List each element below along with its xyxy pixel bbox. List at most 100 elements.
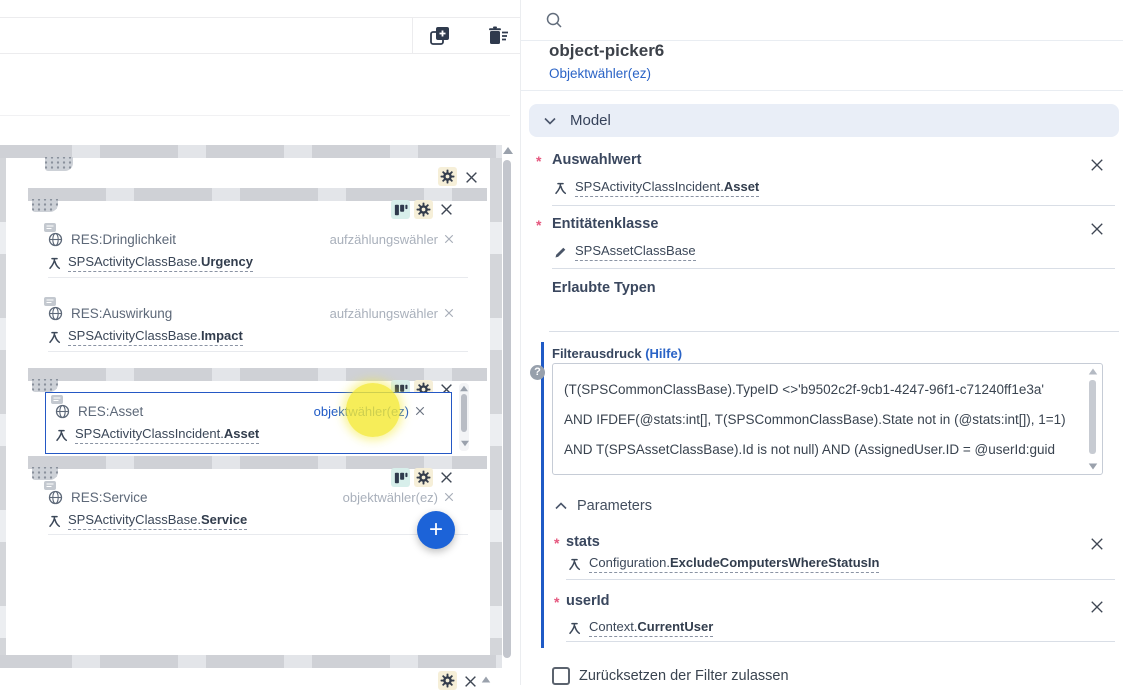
element-label: RES:Auswirkung [71, 306, 172, 321]
scroll-thumb[interactable] [1089, 380, 1096, 454]
element-binding-row: SPSActivityClassBase.Service [48, 512, 247, 530]
divider [549, 331, 1119, 332]
plus-icon: + [429, 516, 443, 543]
filter-label: Filterausdruck (Hilfe) [552, 346, 682, 361]
layout-columns-button[interactable] [391, 200, 410, 219]
group-close-button[interactable] [462, 168, 480, 186]
columns-icon [394, 203, 408, 217]
clear-field-button[interactable] [1090, 158, 1104, 172]
add-element-button[interactable]: + [417, 511, 455, 549]
binding-link[interactable]: Context.CurrentUser [589, 619, 713, 637]
scroll-up-arrow[interactable] [1089, 369, 1098, 375]
required-marker: * [536, 217, 541, 233]
person-binding-icon [568, 622, 581, 635]
element-type-label: objektwähler(ez) [343, 490, 438, 505]
filter-line: OR T(SPSComputerClassBase).AssignedAccou… [564, 465, 1076, 475]
remove-type-button[interactable] [444, 234, 454, 244]
filter-line: AND IFDEF(@stats:int[], T(SPSCommonClass… [564, 405, 1076, 435]
element-type-link[interactable]: Objektwähler(ez) [549, 66, 651, 81]
person-binding-icon [55, 429, 68, 442]
divider [552, 205, 1115, 206]
scroll-down-arrow[interactable] [461, 441, 469, 447]
group-border [0, 158, 6, 655]
divider [566, 579, 1115, 580]
remove-type-button[interactable] [444, 492, 454, 502]
filter-expression-textarea[interactable]: (T(SPSCommonClassBase).TypeID <>'b9502c2… [552, 363, 1103, 475]
drag-handle[interactable] [45, 157, 73, 171]
scroll-thumb[interactable] [461, 394, 467, 432]
help-link[interactable]: (Hilfe) [645, 346, 682, 361]
binding-link[interactable]: SPSActivityClassIncident.Asset [575, 179, 759, 197]
element-close-button[interactable] [437, 468, 456, 487]
click-highlight [346, 383, 400, 437]
scroll-up-arrow[interactable] [503, 147, 513, 154]
clear-field-button[interactable] [1090, 537, 1104, 551]
reset-filter-label: Zurücksetzen der Filter zulassen [579, 668, 789, 684]
drag-handle[interactable] [32, 199, 58, 212]
localized-label-badge [51, 395, 64, 407]
trash-list-icon [486, 24, 512, 48]
model-section-header[interactable]: Model [529, 104, 1119, 137]
drag-handle[interactable] [32, 467, 58, 480]
element-binding-row: SPSActivityClassBase.Urgency [48, 254, 253, 272]
param-name-userid: userId [566, 593, 610, 609]
gear-icon [440, 673, 455, 688]
element-binding-row: SPSActivityClassIncident.Asset [55, 426, 259, 444]
gear-icon [416, 202, 431, 217]
element-group: RES:Dringlichkeit aufzählungswähler SPSA… [28, 188, 487, 362]
element-label-row: RES:Auswirkung [48, 303, 172, 323]
clear-field-button[interactable] [1090, 600, 1104, 614]
divider [0, 53, 520, 54]
element-type-label: aufzählungswähler [330, 232, 438, 247]
group-settings-button[interactable] [438, 167, 457, 186]
binding-link[interactable]: SPSActivityClassBase.Impact [68, 328, 243, 346]
filter-line: AND T(SPSAssetClassBase).Id is not null)… [564, 435, 1076, 465]
gear-icon [440, 169, 455, 184]
delete-list-button[interactable] [486, 24, 512, 48]
scroll-down-arrow[interactable] [1089, 464, 1098, 470]
remove-type-button[interactable] [444, 308, 454, 318]
search-input[interactable] [521, 0, 1123, 41]
remove-type-button[interactable] [415, 406, 425, 416]
element-settings-button[interactable] [414, 200, 433, 219]
clear-field-button[interactable] [1090, 222, 1104, 236]
layout-columns-button[interactable] [391, 468, 410, 487]
entity-class-link[interactable]: SPSAssetClassBase [575, 243, 696, 261]
drag-handle[interactable] [32, 379, 58, 392]
group-border [0, 655, 502, 668]
element-label: RES:Service [71, 490, 148, 505]
canvas-scrollbar[interactable] [502, 146, 513, 685]
group-close-button[interactable] [461, 672, 479, 690]
help-icon[interactable]: ? [530, 365, 545, 380]
scroll-up-arrow[interactable] [460, 386, 468, 392]
binding-link[interactable]: SPSActivityClassBase.Urgency [68, 254, 253, 272]
group-border [490, 158, 502, 655]
filter-accent-bar [541, 342, 544, 648]
person-binding-icon [48, 331, 61, 344]
reset-filter-checkbox[interactable] [552, 667, 570, 685]
scroll-thumb[interactable] [503, 160, 511, 658]
duplicate-button[interactable] [428, 24, 454, 48]
gear-icon [416, 470, 431, 485]
group-settings-button[interactable] [438, 671, 457, 690]
form-designer-canvas: RES:Dringlichkeit aufzählungswähler SPSA… [0, 0, 520, 685]
group-scrollbar[interactable] [459, 383, 469, 451]
binding-link[interactable]: SPSActivityClassBase.Service [68, 512, 247, 530]
element-label: RES:Dringlichkeit [71, 232, 176, 247]
person-binding-icon [48, 257, 61, 270]
chevron-down-icon [544, 117, 556, 125]
element-type-label: aufzählungswähler [330, 306, 438, 321]
element-label-row: RES:Dringlichkeit [48, 229, 176, 249]
scroll-up-arrow[interactable] [482, 677, 491, 683]
group-border [0, 145, 502, 158]
element-close-button[interactable] [437, 200, 456, 219]
binding-link[interactable]: Configuration.ExcludeComputersWhereStatu… [589, 555, 879, 573]
textarea-scrollbar[interactable] [1087, 366, 1099, 472]
binding-link[interactable]: SPSActivityClassIncident.Asset [75, 426, 259, 444]
person-binding-icon [568, 558, 581, 571]
field-value-row: Configuration.ExcludeComputersWhereStatu… [568, 555, 879, 573]
element-settings-button[interactable] [414, 468, 433, 487]
parameters-section-header[interactable]: Parameters [555, 498, 652, 514]
properties-panel: object-picker6 Objektwähler(ez) Model * … [520, 0, 1123, 685]
chevron-up-icon [555, 502, 567, 510]
